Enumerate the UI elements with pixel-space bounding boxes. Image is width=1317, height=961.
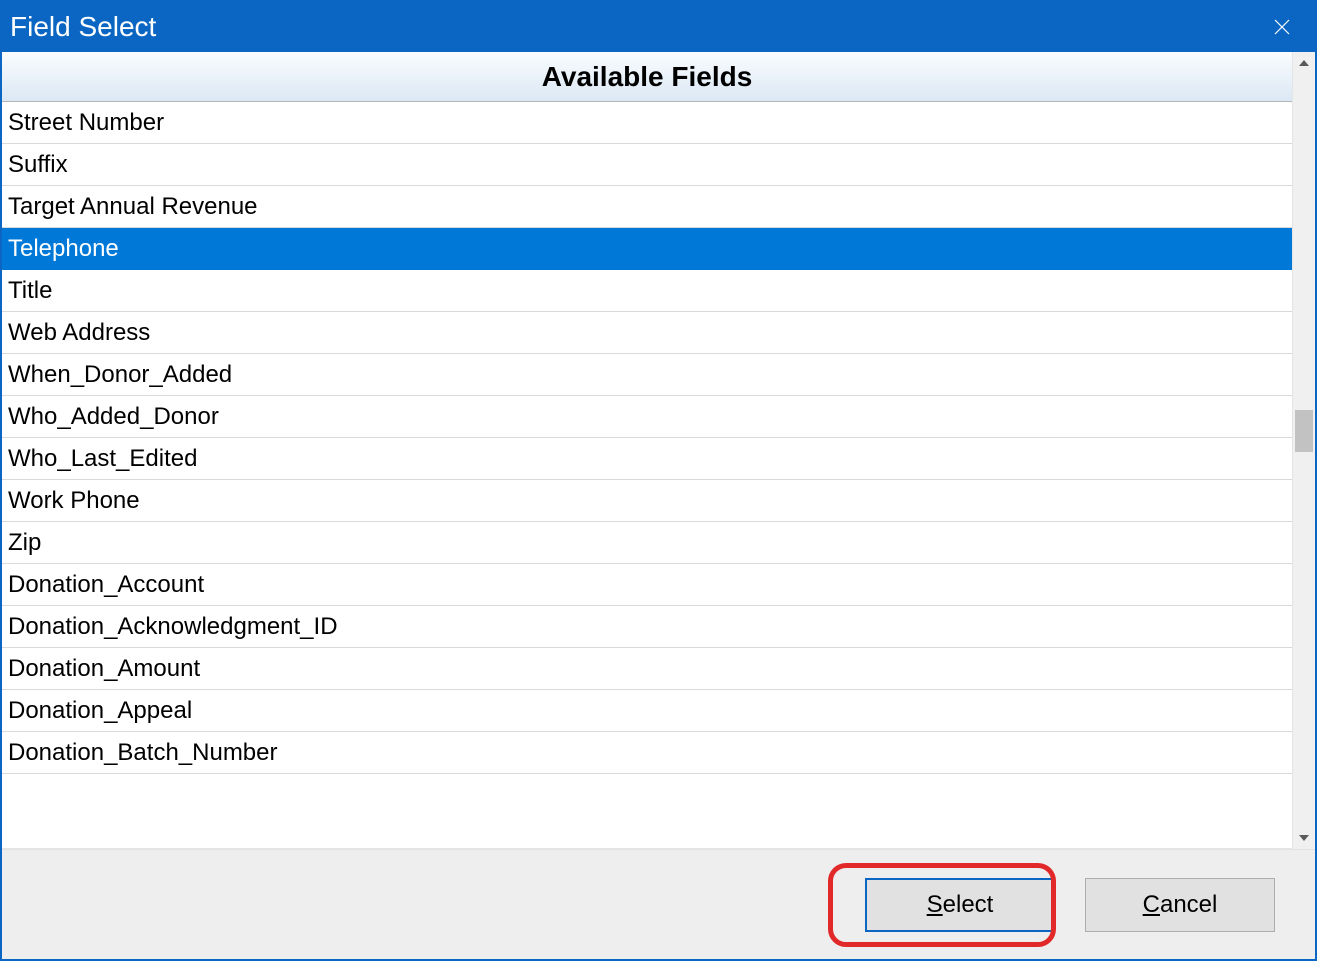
field-label: Web Address [8, 319, 150, 347]
field-row[interactable]: Donation_Acknowledgment_ID [2, 606, 1292, 648]
list-bottom-spacer [2, 831, 1292, 849]
field-label: Telephone [8, 235, 119, 263]
field-list[interactable]: Street Number Suffix Target Annual Revenue… [2, 102, 1292, 831]
field-label: Target Annual Revenue [8, 193, 258, 221]
field-label: Work Phone [8, 487, 140, 515]
field-list-panel: Available Fields Street Number Suffix Targ… [2, 52, 1293, 849]
chevron-down-icon [1299, 835, 1309, 841]
field-row[interactable]: Donation_Appeal [2, 690, 1292, 732]
field-label: When_Donor_Added [8, 361, 232, 389]
select-button-accel: S [927, 891, 943, 918]
cancel-button-accel: C [1143, 891, 1160, 918]
field-label: Suffix [8, 151, 68, 179]
field-select-dialog: Field Select Available Fields Street Num… [0, 0, 1317, 961]
chevron-up-icon [1299, 60, 1309, 66]
close-button[interactable] [1257, 2, 1307, 52]
field-row[interactable]: Donation_Batch_Number [2, 732, 1292, 774]
dialog-body: Available Fields Street Number Suffix Targ… [2, 52, 1315, 849]
titlebar: Field Select [2, 2, 1315, 52]
field-row[interactable]: Who_Last_Edited [2, 438, 1292, 480]
field-row[interactable]: Donation_Account [2, 564, 1292, 606]
field-row[interactable]: Work Phone [2, 480, 1292, 522]
scrollbar-track[interactable] [1293, 74, 1315, 827]
dialog-footer: Select Cancel [2, 849, 1315, 959]
scroll-down-button[interactable] [1293, 827, 1315, 849]
field-label: Donation_Appeal [8, 697, 192, 725]
field-row[interactable]: Who_Added_Donor [2, 396, 1292, 438]
field-label: Donation_Acknowledgment_ID [8, 613, 338, 641]
select-button[interactable]: Select [865, 878, 1055, 932]
window-title: Field Select [10, 11, 1257, 43]
field-label: Donation_Account [8, 571, 204, 599]
scrollbar-thumb[interactable] [1295, 410, 1313, 452]
scroll-up-button[interactable] [1293, 52, 1315, 74]
cancel-button[interactable]: Cancel [1085, 878, 1275, 932]
field-row[interactable]: Title [2, 270, 1292, 312]
cancel-button-label: ancel [1160, 891, 1217, 918]
field-row[interactable]: Target Annual Revenue [2, 186, 1292, 228]
field-label: Who_Added_Donor [8, 403, 219, 431]
vertical-scrollbar[interactable] [1293, 52, 1315, 849]
field-label: Who_Last_Edited [8, 445, 197, 473]
field-row[interactable]: Zip [2, 522, 1292, 564]
field-label: Zip [8, 529, 41, 557]
field-row[interactable]: Street Number [2, 102, 1292, 144]
field-label: Street Number [8, 109, 164, 137]
select-button-label: elect [943, 891, 994, 918]
field-label: Title [8, 277, 52, 305]
field-row[interactable]: When_Donor_Added [2, 354, 1292, 396]
field-row[interactable]: Donation_Amount [2, 648, 1292, 690]
field-row[interactable]: Telephone [2, 228, 1292, 270]
close-icon [1273, 18, 1291, 36]
field-row[interactable]: Suffix [2, 144, 1292, 186]
column-header[interactable]: Available Fields [2, 52, 1292, 102]
field-label: Donation_Batch_Number [8, 739, 278, 767]
field-row[interactable]: Web Address [2, 312, 1292, 354]
field-label: Donation_Amount [8, 655, 200, 683]
